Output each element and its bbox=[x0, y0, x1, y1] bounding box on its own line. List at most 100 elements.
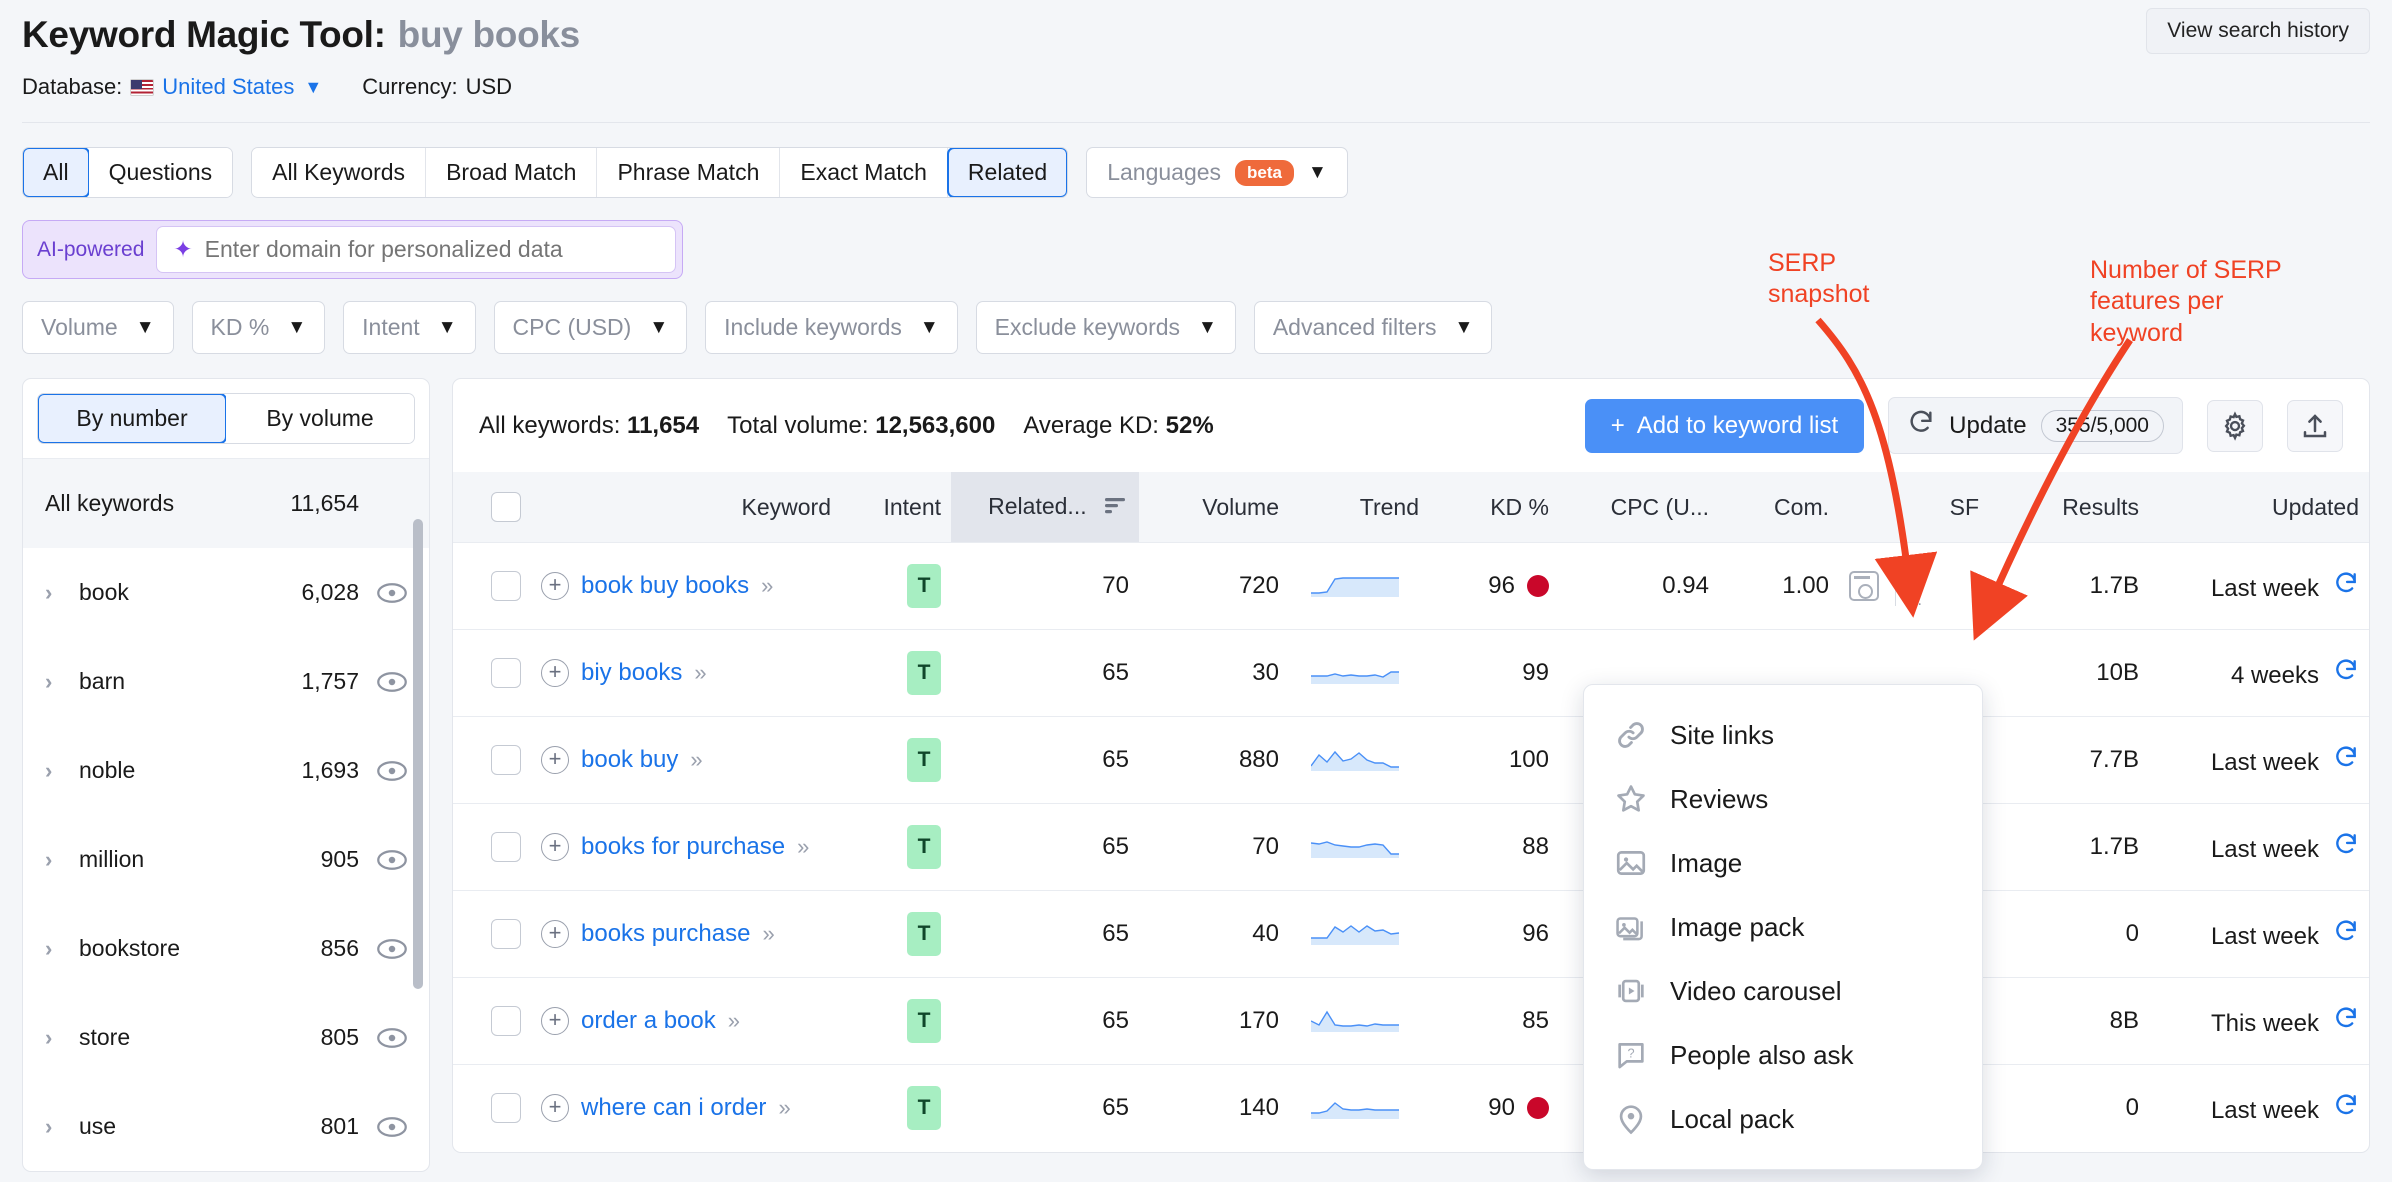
double-chevron-icon[interactable]: » bbox=[762, 921, 774, 947]
filter-volume[interactable]: Volume ▼ bbox=[22, 301, 174, 354]
row-refresh-icon[interactable] bbox=[2333, 657, 2359, 690]
serp-features-cell[interactable]: 7.. bbox=[1849, 566, 1979, 609]
row-checkbox[interactable] bbox=[491, 658, 521, 688]
row-refresh-icon[interactable] bbox=[2333, 1092, 2359, 1125]
tab-broad-match[interactable]: Broad Match bbox=[426, 148, 598, 197]
keyword-link[interactable]: books purchase bbox=[581, 920, 750, 948]
tab-phrase-match[interactable]: Phrase Match bbox=[597, 148, 781, 197]
row-checkbox[interactable] bbox=[491, 919, 521, 949]
eye-icon[interactable] bbox=[377, 938, 407, 960]
sidebar-item-barn[interactable]: › barn 1,757 bbox=[23, 637, 429, 726]
serp-feature-local-pack[interactable]: Local pack bbox=[1584, 1087, 1982, 1151]
settings-gear-button[interactable] bbox=[2207, 399, 2263, 452]
serp-feature-site-links[interactable]: Site links bbox=[1584, 703, 1982, 767]
sidebar-item-all-keywords[interactable]: All keywords 11,654 bbox=[23, 459, 429, 548]
row-select-cell[interactable] bbox=[453, 716, 531, 804]
double-chevron-icon[interactable]: » bbox=[797, 834, 809, 860]
eye-icon[interactable] bbox=[377, 1027, 407, 1049]
sidebar-item-bookstore[interactable]: › bookstore 856 bbox=[23, 904, 429, 993]
filter-cpc[interactable]: CPC (USD) ▼ bbox=[493, 301, 688, 354]
filter-advanced[interactable]: Advanced filters ▼ bbox=[1253, 301, 1493, 354]
add-keyword-icon[interactable]: + bbox=[541, 920, 569, 948]
intent-cell[interactable]: T bbox=[841, 716, 951, 804]
col-related[interactable]: Related... bbox=[951, 472, 1139, 543]
keyword-cell[interactable]: + order a book » bbox=[531, 977, 841, 1065]
keyword-link[interactable]: biy books bbox=[581, 659, 682, 687]
chevron-down-icon[interactable]: ▼ bbox=[1308, 162, 1327, 184]
double-chevron-icon[interactable]: » bbox=[690, 747, 702, 773]
double-chevron-icon[interactable]: » bbox=[778, 1095, 790, 1121]
add-keyword-icon[interactable]: + bbox=[541, 572, 569, 600]
sidebar-scrollbar[interactable] bbox=[413, 519, 423, 989]
row-select-cell[interactable] bbox=[453, 629, 531, 717]
col-trend[interactable]: Trend bbox=[1289, 472, 1429, 543]
add-keyword-icon[interactable]: + bbox=[541, 1007, 569, 1035]
row-refresh-icon[interactable] bbox=[2333, 570, 2359, 603]
intent-cell[interactable]: T bbox=[841, 977, 951, 1065]
table-row[interactable]: + order a book » T 65 170 85 8B This week bbox=[453, 977, 2369, 1065]
chevron-right-icon[interactable]: › bbox=[45, 1114, 79, 1140]
filter-exclude-keywords[interactable]: Exclude keywords ▼ bbox=[975, 301, 1236, 354]
serp-feature-count[interactable]: 7.. bbox=[1912, 572, 1925, 609]
serp-snapshot-icon[interactable] bbox=[1849, 571, 1879, 601]
col-kd[interactable]: KD % bbox=[1429, 472, 1559, 543]
add-keyword-icon[interactable]: + bbox=[541, 746, 569, 774]
keyword-cell[interactable]: + books purchase » bbox=[531, 890, 841, 978]
tab-all-keywords[interactable]: All Keywords bbox=[252, 148, 427, 197]
table-row[interactable]: + books for purchase » T 65 70 88 1.7B Last week bbox=[453, 803, 2369, 891]
row-refresh-icon[interactable] bbox=[2333, 744, 2359, 777]
languages-dropdown[interactable]: Languages beta ▼ bbox=[1086, 147, 1348, 198]
col-com[interactable]: Com. bbox=[1719, 472, 1839, 543]
row-checkbox[interactable] bbox=[491, 745, 521, 775]
tab-questions[interactable]: Questions bbox=[88, 148, 233, 197]
chevron-right-icon[interactable]: › bbox=[45, 1025, 79, 1051]
chevron-right-icon[interactable]: › bbox=[45, 580, 79, 606]
intent-cell[interactable]: T bbox=[841, 890, 951, 978]
row-select-cell[interactable] bbox=[453, 803, 531, 891]
chevron-right-icon[interactable]: › bbox=[45, 936, 79, 962]
chevron-right-icon[interactable]: › bbox=[45, 669, 79, 695]
col-intent[interactable]: Intent bbox=[841, 472, 951, 543]
row-refresh-icon[interactable] bbox=[2333, 831, 2359, 864]
eye-icon[interactable] bbox=[377, 1116, 407, 1138]
keyword-cell[interactable]: + biy books » bbox=[531, 629, 841, 717]
tab-all[interactable]: All bbox=[23, 148, 90, 197]
database-value[interactable]: United States bbox=[162, 74, 294, 100]
double-chevron-icon[interactable]: » bbox=[694, 660, 706, 686]
col-keyword[interactable]: Keyword bbox=[531, 472, 841, 543]
table-row[interactable]: + book buy » T 65 880 100 7.7B Last week bbox=[453, 716, 2369, 804]
add-keyword-icon[interactable]: + bbox=[541, 659, 569, 687]
keyword-cell[interactable]: + book buy books » bbox=[531, 542, 841, 630]
keyword-cell[interactable]: + where can i order » bbox=[531, 1064, 841, 1152]
intent-cell[interactable]: T bbox=[841, 1064, 951, 1152]
sidebar-item-use[interactable]: › use 801 bbox=[23, 1082, 429, 1171]
table-row[interactable]: +where can i order»T65140900.860.937..0L… bbox=[453, 1064, 2369, 1152]
domain-input[interactable] bbox=[204, 236, 660, 263]
col-updated[interactable]: Updated bbox=[2149, 472, 2369, 543]
table-row[interactable]: + biy books » T 65 30 99 10B 4 weeks bbox=[453, 629, 2369, 717]
row-checkbox[interactable] bbox=[491, 832, 521, 862]
col-sf[interactable]: SF bbox=[1839, 472, 1989, 543]
row-select-cell[interactable] bbox=[453, 542, 531, 630]
intent-cell[interactable]: T bbox=[841, 629, 951, 717]
eye-icon[interactable] bbox=[377, 582, 407, 604]
update-button[interactable]: Update 355/5,000 bbox=[1888, 397, 2183, 454]
tab-related[interactable]: Related bbox=[946, 148, 1068, 197]
sidebar-item-noble[interactable]: › noble 1,693 bbox=[23, 726, 429, 815]
row-checkbox[interactable] bbox=[491, 1093, 521, 1124]
sidebar-item-million[interactable]: › million 905 bbox=[23, 815, 429, 904]
export-button[interactable] bbox=[2287, 399, 2343, 452]
sidebar-toggle-by-number[interactable]: By number bbox=[38, 394, 227, 443]
row-checkbox[interactable] bbox=[491, 1006, 521, 1036]
double-chevron-icon[interactable]: » bbox=[728, 1008, 740, 1034]
double-chevron-icon[interactable]: » bbox=[761, 573, 773, 599]
tab-exact-match[interactable]: Exact Match bbox=[780, 148, 948, 197]
col-volume[interactable]: Volume bbox=[1139, 472, 1289, 543]
add-keyword-icon[interactable]: + bbox=[541, 833, 569, 861]
keyword-link[interactable]: where can i order bbox=[581, 1094, 766, 1122]
row-refresh-icon[interactable] bbox=[2333, 918, 2359, 951]
sort-icon[interactable] bbox=[1103, 494, 1129, 521]
domain-input-wrapper[interactable]: ✦ bbox=[156, 226, 677, 273]
add-keyword-icon[interactable]: + bbox=[541, 1094, 569, 1123]
view-search-history-button[interactable]: View search history bbox=[2146, 8, 2370, 54]
